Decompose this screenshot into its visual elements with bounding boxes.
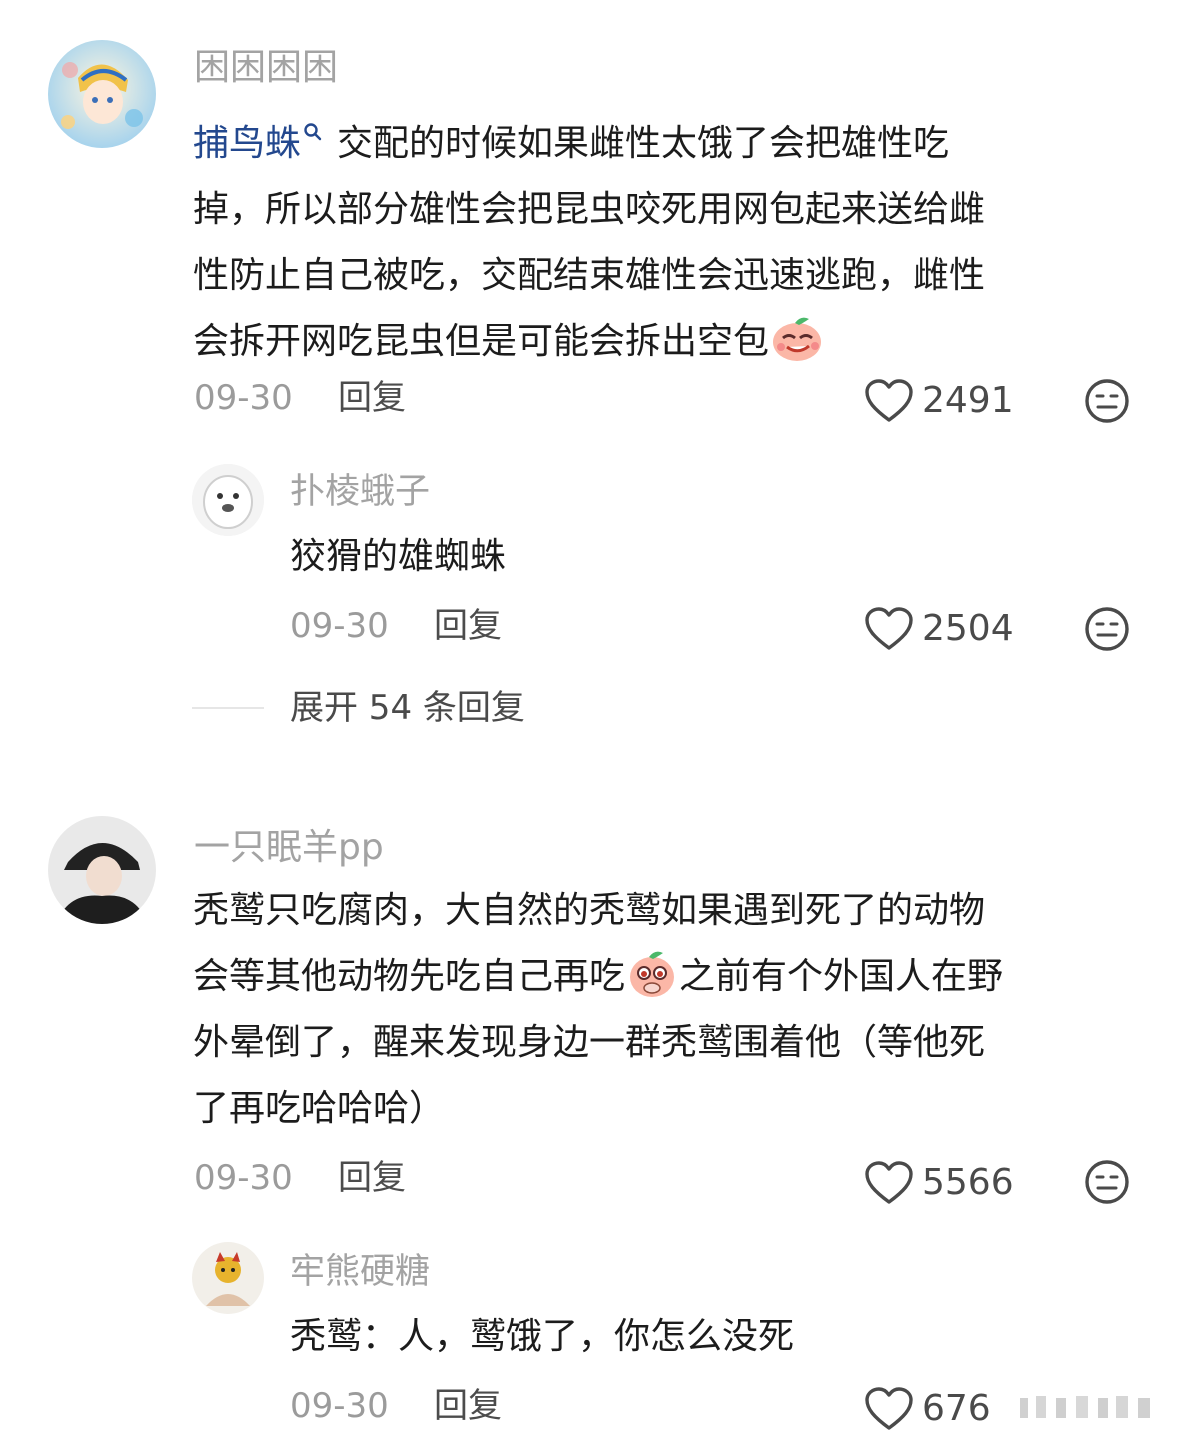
like-button[interactable]: 2491 bbox=[864, 378, 1014, 424]
reply-button[interactable]: 回复 bbox=[338, 1158, 406, 1198]
avatar[interactable] bbox=[48, 816, 156, 924]
search-icon[interactable] bbox=[303, 98, 323, 164]
comment-text-line: 掉，所以部分雄性会把昆虫咬死用网包起来送给雌 bbox=[193, 189, 986, 230]
comment-text: 捕鸟蛛 交配的时候如果雌性太饿了会把雄性吃 掉，所以部分雄性会把昆虫咬死用网包起来… bbox=[193, 98, 1123, 375]
keyword-link[interactable]: 捕鸟蛛 bbox=[193, 123, 301, 164]
comment-text-line: 会拆开网吃昆虫但是可能会拆出空包 bbox=[193, 321, 770, 362]
smirk-peach-emoji bbox=[769, 313, 823, 363]
heart-outline-icon bbox=[865, 1161, 913, 1204]
reply-text: 狡猾的雄蜘蛛 bbox=[290, 536, 507, 577]
like-count: 676 bbox=[922, 1388, 991, 1429]
comment-text: 秃鹫只吃腐肉，大自然的秃鹫如果遇到死了的动物 会等其他动物先吃自己再吃 之前有个外… bbox=[193, 878, 1123, 1142]
like-count: 5566 bbox=[922, 1162, 1014, 1203]
username[interactable]: 困困困困 bbox=[194, 48, 338, 88]
reply-date: 09-30 bbox=[290, 1386, 389, 1426]
reply-text: 秃鹫：人，鹫饿了，你怎么没死 bbox=[290, 1316, 795, 1357]
pleading-peach-emoji bbox=[625, 948, 679, 998]
username[interactable]: 牢熊硬糖 bbox=[290, 1252, 430, 1292]
heart-outline-icon bbox=[865, 379, 913, 422]
comment-text-line: 性防止自己被吃，交配结束雄性会迅速逃跑，雌性 bbox=[193, 255, 986, 296]
reply-button[interactable]: 回复 bbox=[338, 378, 406, 418]
meh-face-icon[interactable] bbox=[1083, 377, 1131, 425]
heart-outline-icon bbox=[865, 607, 913, 650]
like-button[interactable]: 2504 bbox=[864, 606, 1014, 652]
expand-replies-button[interactable]: 展开 54 条回复 bbox=[290, 688, 525, 728]
like-count: 2504 bbox=[922, 608, 1014, 649]
username[interactable]: 扑棱蛾子 bbox=[290, 472, 430, 512]
comment-text-line: 外晕倒了，醒来发现身边一群秃鹫围着他（等他死 bbox=[193, 1022, 986, 1063]
comment-text-line: 交配的时候如果雌性太饿了会把雄性吃 bbox=[337, 123, 950, 164]
comment-text-line: 秃鹫只吃腐肉，大自然的秃鹫如果遇到死了的动物 bbox=[193, 890, 986, 931]
username[interactable]: 一只眠羊pp bbox=[194, 828, 384, 868]
like-button[interactable]: 676 bbox=[864, 1386, 991, 1432]
meh-face-icon[interactable] bbox=[1083, 605, 1131, 653]
heart-outline-icon bbox=[865, 1387, 913, 1430]
avatar[interactable] bbox=[48, 40, 156, 148]
comment-text-line: 了再吃哈哈哈） bbox=[193, 1088, 446, 1129]
divider bbox=[192, 707, 264, 709]
comment-date: 09-30 bbox=[194, 1158, 293, 1198]
comment-date: 09-30 bbox=[194, 378, 293, 418]
like-button[interactable]: 5566 bbox=[864, 1160, 1014, 1206]
meh-face-icon[interactable] bbox=[1083, 1158, 1131, 1206]
like-count: 2491 bbox=[922, 380, 1014, 421]
comment-text-line: 会等其他动物先吃自己再吃 bbox=[193, 956, 626, 997]
reply-date: 09-30 bbox=[290, 606, 389, 646]
comment-text-line: 之前有个外国人在野 bbox=[679, 956, 1004, 997]
watermark bbox=[1010, 1388, 1170, 1426]
reply-button[interactable]: 回复 bbox=[434, 606, 502, 646]
avatar[interactable] bbox=[192, 1242, 264, 1314]
reply-button[interactable]: 回复 bbox=[434, 1386, 502, 1426]
avatar[interactable] bbox=[192, 464, 264, 536]
